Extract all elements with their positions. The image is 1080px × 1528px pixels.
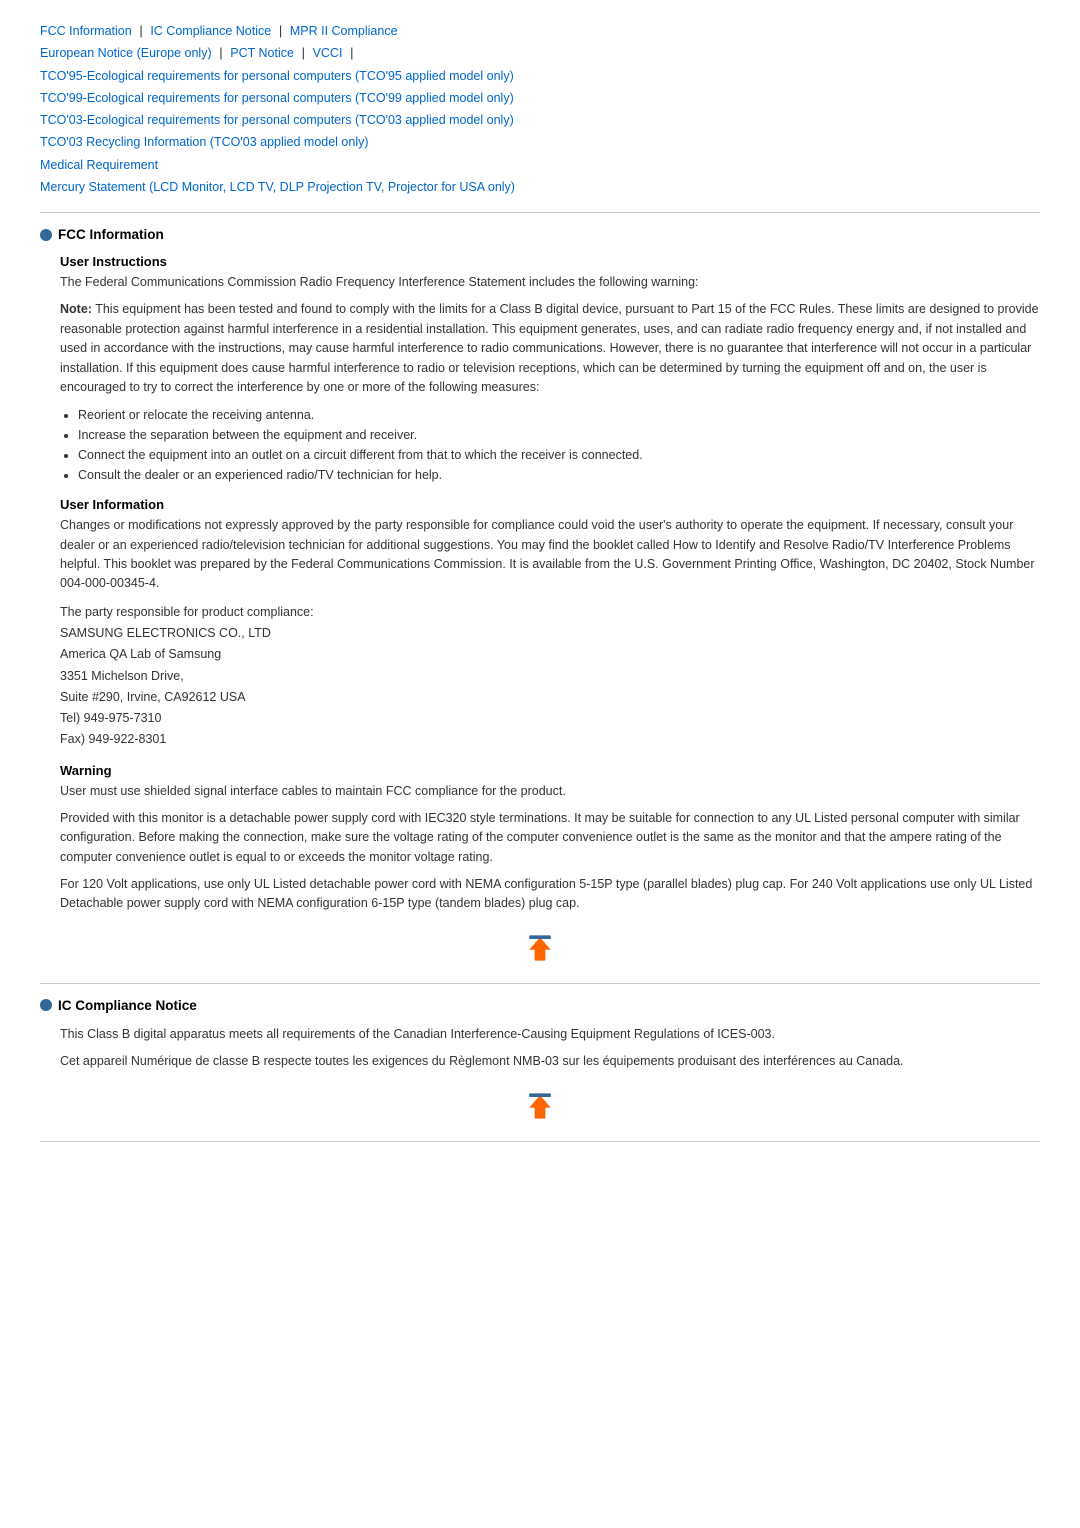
ic-para1: This Class B digital apparatus meets all…	[60, 1025, 1040, 1044]
company-line-2: 3351 Michelson Drive,	[60, 669, 184, 683]
nav-links: FCC Information | IC Compliance Notice |…	[40, 20, 1040, 198]
nav-pct[interactable]: PCT Notice	[230, 46, 294, 60]
ic-header: IC Compliance Notice	[40, 998, 1040, 1013]
user-information-title: User Information	[60, 497, 1040, 512]
nav-mpr[interactable]: MPR II Compliance	[290, 24, 398, 38]
user-instructions-subsection: User Instructions The Federal Communicat…	[60, 254, 1040, 485]
list-item: Connect the equipment into an outlet on …	[78, 445, 1040, 465]
warning-title: Warning	[60, 763, 1040, 778]
nav-tco03[interactable]: TCO'03-Ecological requirements for perso…	[40, 113, 514, 127]
ic-title: IC Compliance Notice	[58, 998, 197, 1013]
warning-para1: User must use shielded signal interface …	[60, 782, 1040, 801]
top-button-ic[interactable]	[522, 1088, 558, 1124]
ic-bullet-icon	[40, 999, 52, 1011]
nav-vcci[interactable]: VCCI	[313, 46, 343, 60]
top-button-container-fcc	[40, 930, 1040, 969]
user-instructions-para1: The Federal Communications Commission Ra…	[60, 273, 1040, 292]
nav-mercury[interactable]: Mercury Statement (LCD Monitor, LCD TV, …	[40, 180, 515, 194]
nav-european[interactable]: European Notice (Europe only)	[40, 46, 212, 60]
company-line-0: SAMSUNG ELECTRONICS CO., LTD	[60, 626, 271, 640]
user-information-subsection: User Information Changes or modification…	[60, 497, 1040, 750]
ic-para2: Cet appareil Numérique de classe B respe…	[60, 1052, 1040, 1071]
note-body-text: This equipment has been tested and found…	[60, 302, 1039, 394]
top-button-fcc[interactable]	[522, 930, 558, 966]
fcc-header: FCC Information	[40, 227, 1040, 242]
nav-ic[interactable]: IC Compliance Notice	[150, 24, 271, 38]
top-arrow-icon	[522, 930, 558, 966]
fcc-title: FCC Information	[58, 227, 164, 242]
company-line-3: Suite #290, Irvine, CA92612 USA	[60, 690, 246, 704]
ic-section: IC Compliance Notice This Class B digita…	[40, 998, 1040, 1127]
company-line-5: Fax) 949-922-8301	[60, 732, 166, 746]
divider-bottom	[40, 1141, 1040, 1142]
list-item: Reorient or relocate the receiving anten…	[78, 405, 1040, 425]
list-item: Increase the separation between the equi…	[78, 425, 1040, 445]
warning-para3: For 120 Volt applications, use only UL L…	[60, 875, 1040, 914]
nav-fcc[interactable]: FCC Information	[40, 24, 132, 38]
nav-tco95[interactable]: TCO'95-Ecological requirements for perso…	[40, 69, 514, 83]
warning-subsection: Warning User must use shielded signal in…	[60, 763, 1040, 914]
nav-medical[interactable]: Medical Requirement	[40, 158, 158, 172]
party-label: The party responsible for product compli…	[60, 605, 314, 619]
note-paragraph: Note: This equipment has been tested and…	[60, 300, 1040, 397]
company-line-1: America QA Lab of Samsung	[60, 647, 221, 661]
fcc-section: FCC Information User Instructions The Fe…	[40, 227, 1040, 969]
user-info-para1: Changes or modifications not expressly a…	[60, 516, 1040, 594]
company-line-4: Tel) 949-975-7310	[60, 711, 161, 725]
measures-list: Reorient or relocate the receiving anten…	[78, 405, 1040, 485]
warning-para2: Provided with this monitor is a detachab…	[60, 809, 1040, 867]
fcc-bullet-icon	[40, 229, 52, 241]
divider-top	[40, 212, 1040, 213]
user-instructions-title: User Instructions	[60, 254, 1040, 269]
top-arrow-icon-ic	[522, 1088, 558, 1124]
nav-tco99[interactable]: TCO'99-Ecological requirements for perso…	[40, 91, 514, 105]
company-info-block: The party responsible for product compli…	[60, 602, 1040, 751]
top-button-container-ic	[40, 1088, 1040, 1127]
ic-content: This Class B digital apparatus meets all…	[60, 1025, 1040, 1072]
list-item: Consult the dealer or an experienced rad…	[78, 465, 1040, 485]
nav-tco03r[interactable]: TCO'03 Recycling Information (TCO'03 app…	[40, 135, 369, 149]
divider-ic	[40, 983, 1040, 984]
note-bold-label: Note:	[60, 302, 92, 316]
